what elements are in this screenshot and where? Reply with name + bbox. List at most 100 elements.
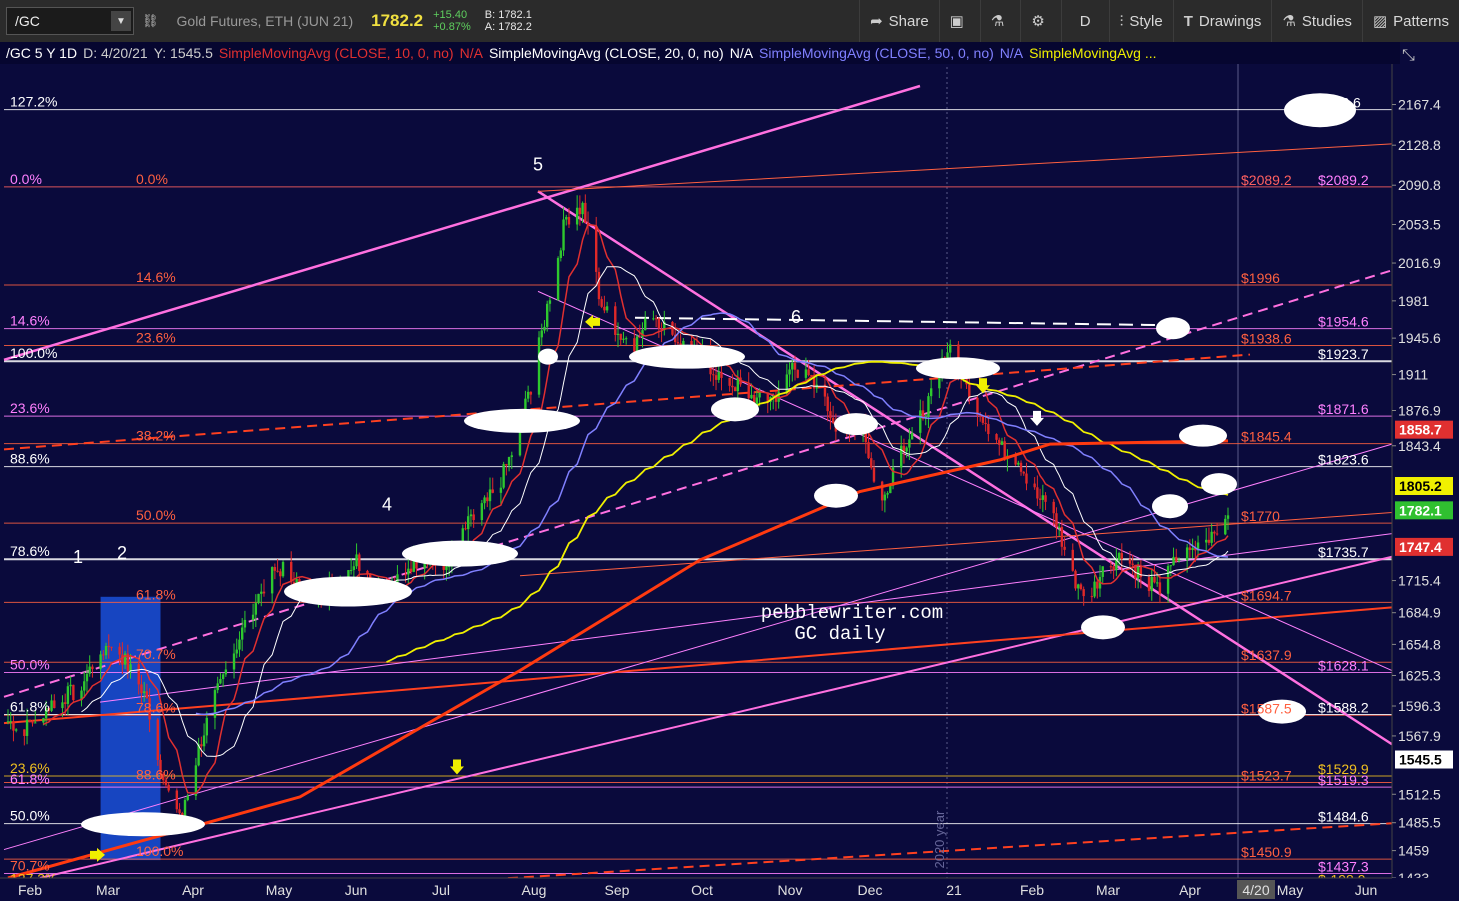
candle: [880, 481, 884, 501]
candle: [605, 306, 609, 311]
y-tick-label: 2128.8: [1398, 137, 1441, 153]
candle: [1071, 549, 1074, 571]
period-button[interactable]: D: [1060, 0, 1109, 42]
price-chart[interactable]: $162.6 $2089.2 $2089.2 $1996 $1954.6 $1938.6 $…: [0, 42, 1459, 901]
studies-button[interactable]: ⚗ Studies: [1271, 0, 1362, 42]
toolbar: /GC ▼ ⛓ Gold Futures, ETH (JUN 21) 1782.…: [0, 0, 1459, 43]
candle: [1033, 483, 1036, 488]
sma-more-label[interactable]: SimpleMovingAvg ...: [1029, 45, 1156, 61]
candle: [1131, 563, 1134, 565]
candle: [1101, 566, 1104, 577]
x-tick-label: Jul: [432, 882, 450, 898]
patterns-button[interactable]: ▨ Patterns: [1361, 0, 1459, 42]
candle: [202, 735, 206, 747]
share-button[interactable]: ➦ Share: [859, 0, 939, 42]
candle: [480, 503, 484, 521]
candle: [1038, 498, 1042, 500]
level-price-label: $1637.9: [1241, 647, 1292, 663]
candle: [1093, 581, 1096, 597]
candle: [1063, 546, 1066, 550]
expand-icon: ⤡: [1402, 47, 1415, 64]
y-tick-label: 1876.9: [1398, 402, 1441, 418]
style-button[interactable]: ⫶ Style: [1108, 0, 1173, 42]
drawings-button[interactable]: T Drawings: [1172, 0, 1272, 42]
marker-ellipse: [1081, 615, 1125, 640]
candle: [575, 207, 579, 225]
candle: [804, 369, 808, 378]
candle: [807, 369, 810, 376]
candle: [543, 326, 546, 331]
snapshot-button[interactable]: ▣: [938, 0, 980, 42]
x-tick-label: Jun: [1355, 882, 1378, 898]
candle: [540, 330, 543, 338]
fib-mid-label: 50.0%: [136, 507, 176, 523]
level-price-label: $1845.4: [1241, 429, 1292, 445]
y-tick-label: 2090.8: [1398, 177, 1441, 193]
fib-mid-label: 38.2%: [136, 428, 176, 444]
candle: [83, 681, 86, 691]
candle: [1147, 577, 1151, 592]
wave-label: 5: [533, 154, 543, 174]
candle: [66, 686, 70, 704]
marker-ellipse: [814, 483, 858, 508]
candle: [12, 721, 15, 731]
candle: [826, 396, 829, 412]
price-badge-label: 1805.2: [1399, 478, 1442, 494]
chevron-down-icon[interactable]: ▼: [111, 11, 131, 31]
y-tick-label: 1945.6: [1398, 330, 1441, 346]
candle: [260, 591, 263, 594]
bid-ask: B: 1782.1 A: 1782.2: [485, 9, 532, 33]
candle: [276, 570, 279, 572]
candle: [1210, 531, 1213, 543]
candle: [1082, 589, 1085, 597]
candle: [224, 669, 228, 675]
candle: [63, 702, 67, 704]
candle: [472, 514, 475, 521]
sma50-label[interactable]: SimpleMovingAvg (CLOSE, 50, 0, no): [759, 45, 994, 61]
wave-label: 4: [382, 494, 392, 514]
symbol-selector[interactable]: /GC ▼: [6, 7, 134, 35]
flask-button[interactable]: ⚗: [979, 0, 1020, 42]
candle: [409, 568, 413, 572]
settings-button[interactable]: ⚙: [1020, 0, 1060, 42]
patterns-label: Patterns: [1393, 12, 1449, 30]
year-separator-label: 2020 year: [932, 810, 947, 868]
candle: [238, 639, 241, 650]
patterns-icon: ▨: [1372, 13, 1388, 30]
candle: [796, 369, 799, 378]
fib-mid-label: 61.8%: [136, 586, 176, 602]
share-label: Share: [888, 12, 929, 30]
sma10-label[interactable]: SimpleMovingAvg (CLOSE, 10, 0, no): [219, 45, 454, 61]
price-badge-label: 1545.5: [1399, 752, 1442, 768]
watermark-text: pebblewriter.com: [761, 602, 943, 624]
candle: [1188, 547, 1192, 550]
candle: [1019, 462, 1023, 472]
candle: [927, 396, 930, 417]
level-price-label: $2089.2: [1318, 172, 1369, 188]
y-tick-label: 1715.4: [1398, 573, 1441, 589]
candle: [507, 456, 511, 466]
candle: [1136, 567, 1140, 579]
candle: [1175, 556, 1178, 562]
x-tick-label: Mar: [1096, 882, 1120, 898]
candle: [597, 271, 601, 300]
x-tick-label: Mar: [96, 882, 120, 898]
candles-icon: ⫶: [1119, 12, 1124, 30]
link-icon[interactable]: ⛓: [142, 13, 159, 29]
candle: [279, 571, 282, 577]
candle: [216, 683, 219, 691]
candle: [273, 567, 277, 571]
sma50-value: N/A: [999, 45, 1024, 61]
candle: [548, 300, 552, 304]
candle: [758, 392, 761, 398]
y-tick-label: 1654.8: [1398, 636, 1441, 652]
cursor-date: D: 4/20/21: [83, 45, 148, 61]
fib-left-label: 23.6%: [10, 400, 50, 416]
candle: [219, 678, 222, 684]
sma20-label[interactable]: SimpleMovingAvg (CLOSE, 20, 0, no): [489, 45, 724, 61]
candle: [9, 721, 12, 723]
candle: [1155, 582, 1159, 584]
wave-label: 6: [791, 307, 801, 327]
candle: [638, 336, 641, 338]
candle: [886, 493, 889, 495]
